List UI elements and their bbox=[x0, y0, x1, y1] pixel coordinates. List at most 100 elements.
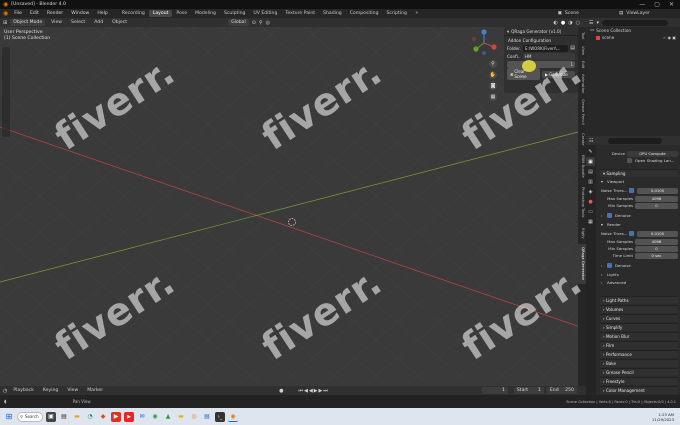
tool-props-icon[interactable]: ✎ bbox=[586, 147, 595, 156]
sidebar-tab-tool[interactable]: Tool bbox=[578, 29, 586, 43]
folder-browse-icon[interactable]: ▤ bbox=[570, 45, 575, 51]
device-selector[interactable]: GPU Compute bbox=[627, 150, 678, 157]
shading-solid-icon[interactable]: ● bbox=[561, 20, 565, 26]
folder-icon[interactable]: ▬ bbox=[176, 412, 186, 422]
current-frame-field[interactable]: 1 bbox=[481, 387, 508, 394]
subpanel-lights[interactable]: › Lights bbox=[601, 271, 678, 278]
denoise-checkbox[interactable] bbox=[607, 213, 612, 218]
pivot-icon[interactable]: ⊙ bbox=[252, 20, 256, 26]
editor-type-icon[interactable]: ⊞ bbox=[3, 20, 7, 26]
menu-render[interactable]: Render bbox=[43, 11, 67, 16]
terminal-icon[interactable]: ›_ bbox=[215, 411, 225, 422]
sidebar-tab-photoshop-tools[interactable]: Photoshop Tools bbox=[578, 182, 586, 222]
explorer-icon[interactable]: ▬ bbox=[72, 412, 82, 422]
close-button[interactable]: ✕ bbox=[669, 1, 674, 8]
texture-props-icon[interactable]: ▦ bbox=[586, 217, 595, 226]
panel-color-management[interactable]: › Color Management bbox=[600, 386, 678, 394]
menu-help[interactable]: Help bbox=[93, 11, 111, 16]
filter-icon[interactable]: ▾ bbox=[596, 20, 599, 26]
time-limit-field[interactable]: 0 sec bbox=[635, 252, 678, 259]
tab-modeling[interactable]: Modeling bbox=[191, 10, 220, 17]
tab-scripting[interactable]: Scripting bbox=[383, 10, 411, 17]
menu-view[interactable]: View bbox=[48, 20, 65, 25]
world-props-icon[interactable]: ● bbox=[586, 197, 595, 206]
view-layer-props-icon[interactable]: ▥ bbox=[586, 177, 595, 186]
zoom-icon[interactable]: ⚲ bbox=[489, 60, 497, 68]
tab-uv-editing[interactable]: UV Editing bbox=[249, 10, 281, 17]
panel-light-paths[interactable]: › Light Paths bbox=[600, 296, 678, 304]
record-icon[interactable]: ● bbox=[279, 388, 283, 394]
output-props-icon[interactable]: ▤ bbox=[586, 167, 595, 176]
add-workspace-button[interactable]: + bbox=[411, 10, 423, 17]
taskbar-search[interactable]: ⚲ Search bbox=[17, 411, 43, 422]
app-red-icon[interactable]: ▶ bbox=[111, 411, 121, 422]
navigation-gizmo[interactable] bbox=[470, 29, 498, 57]
panel-film[interactable]: › Film bbox=[600, 341, 678, 349]
max-samples-field[interactable]: 4096 bbox=[635, 195, 678, 202]
panel-curves[interactable]: › Curves bbox=[600, 314, 678, 322]
tab-texture-paint[interactable]: Texture Paint bbox=[281, 10, 319, 17]
sidebar-tab-grease-pencil[interactable]: Grease Pencil bbox=[578, 97, 586, 127]
tab-pose[interactable]: Pose bbox=[172, 10, 191, 17]
brave-icon[interactable]: ◆ bbox=[98, 412, 108, 422]
menu-file[interactable]: File bbox=[10, 11, 26, 16]
mode-selector[interactable]: Object Mode bbox=[10, 19, 46, 26]
viewport-denoise-row[interactable]: › Denoise bbox=[601, 212, 678, 219]
tab-sculpting[interactable]: Sculpting bbox=[220, 10, 249, 17]
system-clock[interactable]: 1:23 AM 11/29/2023 bbox=[652, 412, 680, 422]
noise-threshold-field[interactable]: 0.0100 bbox=[637, 187, 678, 194]
render-max-samples-field[interactable]: 4096 bbox=[635, 238, 678, 245]
render-min-samples-field[interactable]: 0 bbox=[635, 245, 678, 252]
keying-menu[interactable]: Keying bbox=[40, 388, 61, 393]
edge-icon[interactable]: ◔ bbox=[85, 412, 95, 422]
panel-motion-blur[interactable]: › Motion Blur bbox=[600, 332, 678, 340]
timeline-view-menu[interactable]: View bbox=[64, 388, 81, 393]
maximize-button[interactable]: ▢ bbox=[654, 1, 660, 8]
task-view-icon[interactable]: ▣ bbox=[46, 411, 56, 422]
shading-material-icon[interactable]: ◑ bbox=[568, 20, 572, 26]
tab-recording[interactable]: Recording bbox=[118, 10, 149, 17]
outliner-type-icon[interactable]: ☰ bbox=[589, 20, 593, 26]
panel-volumes[interactable]: › Volumes bbox=[600, 305, 678, 313]
end-frame-field[interactable]: End 250 bbox=[546, 387, 577, 394]
scene-selector[interactable]: ▣ Scene bbox=[558, 11, 579, 16]
menu-object[interactable]: Object bbox=[109, 20, 130, 25]
mail-icon[interactable]: ✉ bbox=[137, 412, 147, 422]
panel-bake[interactable]: › Bake bbox=[600, 359, 678, 367]
subpanel-viewport[interactable]: ▾ Viewport bbox=[601, 178, 678, 185]
chrome-icon[interactable]: ◉ bbox=[150, 412, 160, 422]
camera-view-icon[interactable]: ◙ bbox=[489, 82, 497, 90]
sidebar-tab-view[interactable]: View bbox=[578, 44, 586, 58]
youtube-icon[interactable]: ▶ bbox=[124, 411, 134, 422]
noise-threshold-checkbox[interactable] bbox=[629, 188, 634, 193]
render-props-icon[interactable]: ▣ bbox=[586, 157, 595, 166]
menu-window[interactable]: Window bbox=[67, 11, 93, 16]
start-frame-field[interactable]: Start 1 bbox=[513, 387, 544, 394]
open-shading-checkbox[interactable] bbox=[627, 158, 632, 163]
render-denoise-row[interactable]: › Denoise bbox=[601, 262, 678, 269]
render-noise-checkbox[interactable] bbox=[629, 231, 634, 236]
subpanel-advanced[interactable]: › Advanced bbox=[601, 279, 678, 286]
outliner-row-scene-collection[interactable]: ▭ Scene Collection bbox=[586, 27, 680, 34]
outliner-row-scene[interactable]: scene ✓ ◉ ▣ bbox=[586, 34, 680, 41]
addon-panel-header[interactable]: ▾ QRaga Generator (v1.0) bbox=[504, 27, 578, 36]
shading-rendered-icon[interactable]: ○ bbox=[576, 20, 586, 26]
sidebar-tab-qraga-generator[interactable]: QRaga Generator bbox=[578, 244, 586, 284]
proportional-icon[interactable]: ◎ bbox=[266, 20, 270, 26]
subpanel-render[interactable]: ▾ Render bbox=[601, 221, 678, 228]
blender-taskbar-icon[interactable]: ◉ bbox=[228, 412, 238, 422]
app-orange-icon[interactable]: ◎ bbox=[189, 412, 199, 422]
minimize-button[interactable]: — bbox=[639, 1, 645, 8]
render-noise-field[interactable]: 0.0100 bbox=[637, 230, 678, 237]
sidebar-tab-create[interactable]: Create bbox=[578, 128, 586, 150]
app-blue-icon[interactable]: ▤ bbox=[202, 412, 212, 422]
tab-shading[interactable]: Shading bbox=[319, 10, 346, 17]
sidebar-tab-ebm-bundle[interactable]: EBM Bundle bbox=[578, 151, 586, 181]
timeline-type-icon[interactable]: ◷ bbox=[3, 388, 7, 394]
render-denoise-checkbox[interactable] bbox=[607, 263, 612, 268]
tab-layout[interactable]: Layout bbox=[148, 10, 173, 17]
panel-simplify[interactable]: › Simplify bbox=[600, 323, 678, 331]
orientation-selector[interactable]: Global bbox=[228, 19, 249, 26]
panel-freestyle[interactable]: › Freestyle bbox=[600, 377, 678, 385]
windows-start-icon[interactable]: ⊞ bbox=[4, 412, 14, 422]
